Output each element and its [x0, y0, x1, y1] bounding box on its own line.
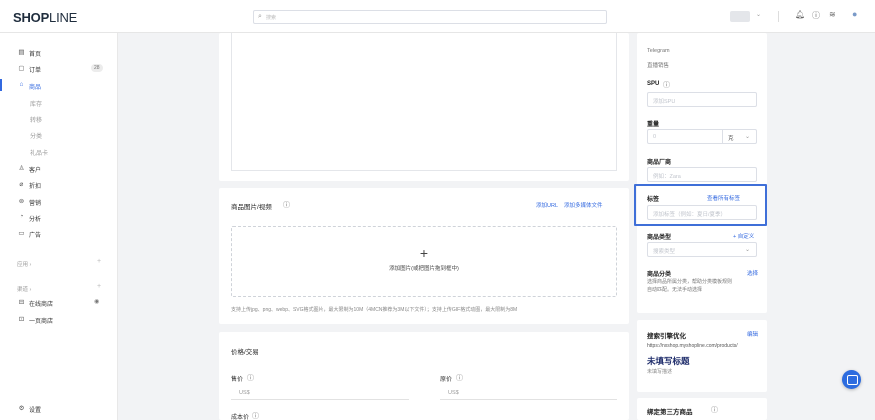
ads-icon: ▭: [18, 230, 25, 237]
chat-button[interactable]: [842, 370, 861, 389]
spu-input[interactable]: 添加SPU: [647, 92, 757, 107]
product-organization-card: Telegram 直播销售 SPU ⓘ 添加SPU 重量 0 克 ⌄ 商品厂商 …: [637, 33, 767, 313]
store-icon: ⊟: [18, 299, 25, 306]
sidebar-item-home[interactable]: ▤ 首页: [0, 45, 118, 59]
sidebar: ▤ 首页 ▢ 订单 28 ⌂ 商品 库存 转移 分类 礼品卡 ♙ 客户 ⌀ 折扣 ⊚ 营销 ◔…: [0, 33, 118, 420]
customer-icon: ♙: [18, 165, 25, 172]
discount-icon: ⌀: [19, 181, 24, 188]
custom-type-link[interactable]: + 自定义: [733, 232, 754, 240]
sidebar-item-inventory[interactable]: 库存: [0, 95, 118, 109]
chevron-down-icon[interactable]: ⌄: [756, 11, 761, 18]
upload-hint: 支持上传jpg、png、webp、SVG格式图片，最大限制为10M（4MCN推荐…: [231, 307, 518, 313]
dropzone-label: 添加图片(或把图片拖到框中): [389, 266, 459, 272]
plus-icon: +: [419, 245, 429, 261]
select-category-link[interactable]: 选择: [747, 269, 758, 277]
cost-price-label: 成本价: [231, 415, 250, 420]
weight-label: 重量: [647, 122, 660, 128]
media-dropzone[interactable]: + 添加图片(或把图片拖到框中): [231, 226, 617, 297]
marketing-icon: ⊚: [18, 198, 25, 205]
category-label: 商品分类: [647, 272, 672, 278]
shopline-logo[interactable]: SHOPLINE: [13, 10, 77, 25]
sidebar-item-transfer[interactable]: 转移: [0, 111, 118, 125]
sidebar-item-one-page-store[interactable]: ⊡ 一页商店: [0, 312, 118, 326]
add-media-link[interactable]: 添加多媒体文件: [564, 201, 603, 209]
category-description: 选择商品所属分类，帮助分类模板规则: [647, 279, 733, 285]
weight-unit-select[interactable]: 克: [728, 134, 734, 142]
channels-section-label[interactable]: 渠道 ›: [17, 285, 31, 293]
description-editor[interactable]: [219, 33, 629, 181]
third-party-title: 绑定第三方商品: [647, 409, 693, 416]
divider: [778, 11, 779, 22]
analytics-icon: ◔: [19, 213, 24, 220]
bell-icon[interactable]: 🔔︎: [795, 10, 805, 19]
pricing-card: 价格/交易 售价 ⓘ US$ 原价 ⓘ US$ 成本价 ⓘ: [219, 332, 629, 420]
sidebar-item-ads[interactable]: ▭ 广告: [0, 226, 118, 240]
pricing-title: 价格/交易: [231, 349, 259, 356]
product-type-label: 商品类型: [647, 235, 672, 241]
seo-description: 未填写描述: [647, 369, 673, 375]
help-icon[interactable]: ⓘ: [456, 373, 463, 383]
rich-text-area[interactable]: [231, 33, 617, 171]
help-icon[interactable]: ⓘ: [711, 405, 718, 415]
help-icon[interactable]: ⓘ: [812, 10, 820, 21]
media-card: 商品图片/视频 ⓘ 添加URL 添加多媒体文件 + 添加图片(或把图片拖到框中)…: [219, 188, 629, 324]
product-icon: ⌂: [19, 81, 24, 88]
vendor-input[interactable]: 例如：Zara: [647, 167, 757, 182]
channel-live-sales: 直播销售: [647, 63, 670, 69]
sidebar-item-analytics[interactable]: ◔ 分析: [0, 210, 118, 224]
channel-telegram: Telegram: [647, 48, 670, 54]
seo-edit-link[interactable]: 编辑: [747, 330, 758, 338]
order-count-badge: 28: [91, 64, 103, 72]
category-description-2: 自动匹配。无法手动选择: [647, 287, 703, 293]
sidebar-item-customers[interactable]: ♙ 客户: [0, 161, 118, 175]
add-channel-icon[interactable]: +: [97, 283, 101, 290]
compare-price-input[interactable]: US$: [440, 386, 617, 400]
store-avatar[interactable]: [730, 11, 750, 22]
sidebar-item-online-store[interactable]: ⊟ 在线商店 ◉: [0, 295, 118, 309]
sidebar-item-categories[interactable]: 分类: [0, 127, 118, 141]
active-indicator: [0, 79, 2, 91]
apps-section-label[interactable]: 应用 ›: [17, 260, 31, 268]
order-icon: ▢: [18, 65, 25, 72]
spu-label: SPU: [647, 81, 660, 87]
help-icon[interactable]: ⓘ: [283, 200, 290, 210]
sidebar-item-orders[interactable]: ▢ 订单 28: [0, 61, 118, 75]
weight-input[interactable]: 0 克 ⌄: [647, 129, 757, 144]
add-app-icon[interactable]: +: [97, 258, 101, 265]
chevron-down-icon: ⌄: [744, 247, 750, 253]
search-input[interactable]: ⌕ 搜索: [253, 10, 607, 24]
eye-icon[interactable]: ◉: [94, 298, 99, 305]
media-title: 商品图片/视频: [231, 204, 272, 211]
divider: [722, 130, 723, 143]
sidebar-item-products[interactable]: ⌂ 商品: [0, 78, 118, 92]
sidebar-item-marketing[interactable]: ⊚ 营销: [0, 194, 118, 208]
sidebar-item-discounts[interactable]: ⌀ 折扣: [0, 177, 118, 191]
third-party-card: 绑定第三方商品 ⓘ: [637, 398, 767, 420]
sidebar-item-gift-cards[interactable]: 礼品卡: [0, 144, 118, 158]
gear-icon: ⚙: [18, 405, 25, 412]
seo-url: https://nxshop.myshopline.com/products/: [647, 343, 738, 349]
search-icon: ⌕: [258, 13, 262, 20]
help-icon[interactable]: ⓘ: [252, 411, 259, 420]
seo-title: 搜索引擎优化: [647, 333, 686, 340]
help-icon[interactable]: ⓘ: [247, 373, 254, 383]
help-icon[interactable]: ⓘ: [663, 80, 670, 90]
tags-highlight-frame: [634, 184, 767, 226]
compare-price-label: 原价: [440, 377, 453, 383]
price-label: 售价: [231, 377, 244, 383]
vendor-label: 商品厂商: [647, 160, 672, 166]
price-input[interactable]: US$: [231, 386, 409, 400]
wifi-icon[interactable]: ≋: [829, 10, 836, 19]
home-icon: ▤: [18, 49, 25, 56]
user-icon[interactable]: ●: [852, 9, 857, 19]
chevron-down-icon[interactable]: ⌄: [745, 133, 750, 140]
top-bar: SHOPLINE ⌕ 搜索 ⌄ 🔔︎ ⓘ ≋ ●: [0, 0, 875, 33]
add-url-link[interactable]: 添加URL: [536, 201, 558, 209]
search-placeholder: 搜索: [266, 15, 277, 21]
seo-heading: 未填写标题: [647, 356, 690, 366]
one-page-icon: ⊡: [18, 316, 25, 323]
sidebar-item-settings[interactable]: ⚙ 设置: [0, 401, 118, 415]
product-type-select[interactable]: 搜索类型 ⌄: [647, 242, 757, 257]
